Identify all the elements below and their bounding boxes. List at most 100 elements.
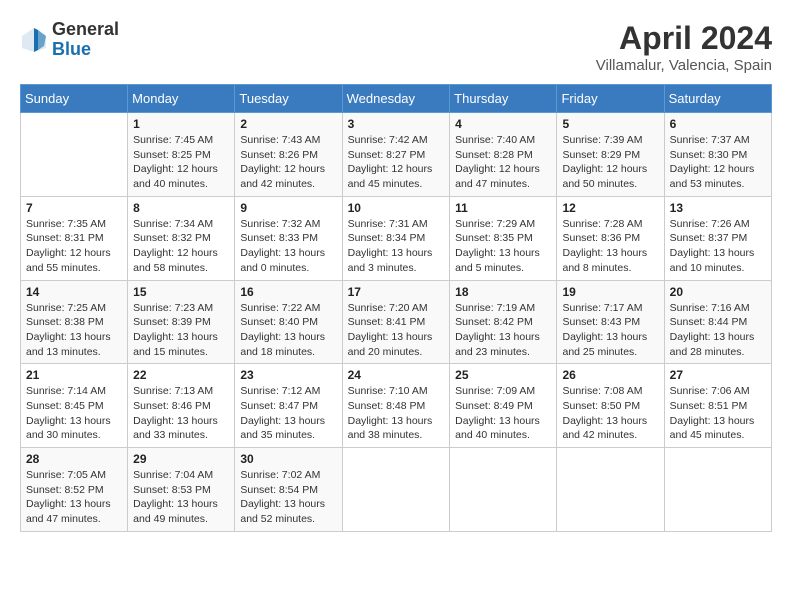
- day-number: 1: [133, 117, 229, 131]
- calendar-body: 1Sunrise: 7:45 AMSunset: 8:25 PMDaylight…: [21, 113, 772, 532]
- day-of-week-header: Monday: [128, 85, 235, 113]
- page-header: General Blue April 2024 Villamalur, Vale…: [20, 20, 772, 74]
- day-number: 9: [240, 201, 336, 215]
- calendar-cell: 17 Sunrise: 7:20 AMSunset: 8:41 PMDayligh…: [342, 280, 450, 364]
- calendar-cell: [450, 448, 557, 532]
- calendar-cell: 30 Sunrise: 7:02 AMSunset: 8:54 PMDayligh…: [235, 448, 342, 532]
- day-info: Sunrise: 7:13 AMSunset: 8:46 PMDaylight:…: [133, 384, 229, 443]
- day-number: 8: [133, 201, 229, 215]
- day-info: Sunrise: 7:35 AMSunset: 8:31 PMDaylight:…: [26, 217, 122, 276]
- day-number: 18: [455, 285, 551, 299]
- calendar-cell: 14 Sunrise: 7:25 AMSunset: 8:38 PMDayligh…: [21, 280, 128, 364]
- location: Villamalur, Valencia, Spain: [596, 57, 772, 74]
- day-of-week-header: Wednesday: [342, 85, 450, 113]
- day-number: 12: [562, 201, 658, 215]
- day-number: 20: [670, 285, 766, 299]
- day-number: 24: [348, 368, 445, 382]
- day-number: 13: [670, 201, 766, 215]
- calendar-week-row: 21Sunrise: 7:14 AMSunset: 8:45 PMDayligh…: [21, 364, 772, 448]
- calendar-cell: 25Sunrise: 7:09 AMSunset: 8:49 PMDayligh…: [450, 364, 557, 448]
- logo-text: General Blue: [52, 20, 119, 60]
- logo: General Blue: [20, 20, 119, 60]
- day-number: 6: [670, 117, 766, 131]
- day-number: 26: [562, 368, 658, 382]
- day-info: Sunrise: 7:10 AMSunset: 8:48 PMDaylight:…: [348, 384, 445, 443]
- calendar-cell: 23 Sunrise: 7:12 AMSunset: 8:47 PMDayligh…: [235, 364, 342, 448]
- calendar-cell: [557, 448, 664, 532]
- day-number: 23: [240, 368, 336, 382]
- day-info: Sunrise: 7:22 AMSunset: 8:40 PMDaylight:…: [240, 301, 336, 360]
- day-info: Sunrise: 7:02 AMSunset: 8:54 PMDaylight:…: [240, 468, 336, 527]
- day-of-week-header: Friday: [557, 85, 664, 113]
- day-number: 16: [240, 285, 336, 299]
- day-info: Sunrise: 7:17 AMSunset: 8:43 PMDaylight:…: [562, 301, 658, 360]
- calendar-cell: 15Sunrise: 7:23 AMSunset: 8:39 PMDayligh…: [128, 280, 235, 364]
- day-number: 30: [240, 452, 336, 466]
- day-info: Sunrise: 7:05 AMSunset: 8:52 PMDaylight:…: [26, 468, 122, 527]
- month-title: April 2024: [596, 20, 772, 57]
- day-number: 28: [26, 452, 122, 466]
- logo-icon: [20, 26, 48, 54]
- calendar-cell: [664, 448, 771, 532]
- calendar-cell: 13 Sunrise: 7:26 AMSunset: 8:37 PMDayligh…: [664, 196, 771, 280]
- day-info: Sunrise: 7:14 AMSunset: 8:45 PMDaylight:…: [26, 384, 122, 443]
- day-info: Sunrise: 7:12 AMSunset: 8:47 PMDaylight:…: [240, 384, 336, 443]
- calendar-cell: 4Sunrise: 7:40 AMSunset: 8:28 PMDaylight…: [450, 113, 557, 197]
- day-info: Sunrise: 7:26 AMSunset: 8:37 PMDaylight:…: [670, 217, 766, 276]
- title-block: April 2024 Villamalur, Valencia, Spain: [596, 20, 772, 74]
- day-number: 7: [26, 201, 122, 215]
- calendar-cell: 11 Sunrise: 7:29 AMSunset: 8:35 PMDayligh…: [450, 196, 557, 280]
- calendar-cell: 28 Sunrise: 7:05 AMSunset: 8:52 PMDayligh…: [21, 448, 128, 532]
- calendar-cell: 10 Sunrise: 7:31 AMSunset: 8:34 PMDayligh…: [342, 196, 450, 280]
- calendar-cell: 6 Sunrise: 7:37 AMSunset: 8:30 PMDaylight…: [664, 113, 771, 197]
- day-number: 17: [348, 285, 445, 299]
- day-info: Sunrise: 7:25 AMSunset: 8:38 PMDaylight:…: [26, 301, 122, 360]
- calendar-week-row: 14 Sunrise: 7:25 AMSunset: 8:38 PMDayligh…: [21, 280, 772, 364]
- day-info: Sunrise: 7:37 AMSunset: 8:30 PMDaylight:…: [670, 133, 766, 192]
- calendar-week-row: 7 Sunrise: 7:35 AMSunset: 8:31 PMDaylight…: [21, 196, 772, 280]
- day-number: 11: [455, 201, 551, 215]
- day-number: 29: [133, 452, 229, 466]
- day-number: 14: [26, 285, 122, 299]
- day-info: Sunrise: 7:32 AMSunset: 8:33 PMDaylight:…: [240, 217, 336, 276]
- calendar-cell: 9 Sunrise: 7:32 AMSunset: 8:33 PMDaylight…: [235, 196, 342, 280]
- calendar-cell: 29Sunrise: 7:04 AMSunset: 8:53 PMDayligh…: [128, 448, 235, 532]
- calendar-cell: 1Sunrise: 7:45 AMSunset: 8:25 PMDaylight…: [128, 113, 235, 197]
- day-info: Sunrise: 7:23 AMSunset: 8:39 PMDaylight:…: [133, 301, 229, 360]
- day-info: Sunrise: 7:16 AMSunset: 8:44 PMDaylight:…: [670, 301, 766, 360]
- day-of-week-header: Saturday: [664, 85, 771, 113]
- calendar-cell: 24 Sunrise: 7:10 AMSunset: 8:48 PMDayligh…: [342, 364, 450, 448]
- calendar-cell: 5Sunrise: 7:39 AMSunset: 8:29 PMDaylight…: [557, 113, 664, 197]
- day-of-week-header: Sunday: [21, 85, 128, 113]
- day-info: Sunrise: 7:39 AMSunset: 8:29 PMDaylight:…: [562, 133, 658, 192]
- calendar-week-row: 28 Sunrise: 7:05 AMSunset: 8:52 PMDayligh…: [21, 448, 772, 532]
- day-number: 25: [455, 368, 551, 382]
- day-info: Sunrise: 7:43 AMSunset: 8:26 PMDaylight:…: [240, 133, 336, 192]
- day-info: Sunrise: 7:28 AMSunset: 8:36 PMDaylight:…: [562, 217, 658, 276]
- calendar-header-row: SundayMondayTuesdayWednesdayThursdayFrid…: [21, 85, 772, 113]
- calendar-cell: 2 Sunrise: 7:43 AMSunset: 8:26 PMDaylight…: [235, 113, 342, 197]
- calendar-cell: 18Sunrise: 7:19 AMSunset: 8:42 PMDayligh…: [450, 280, 557, 364]
- day-number: 27: [670, 368, 766, 382]
- calendar-cell: 7 Sunrise: 7:35 AMSunset: 8:31 PMDaylight…: [21, 196, 128, 280]
- day-info: Sunrise: 7:06 AMSunset: 8:51 PMDaylight:…: [670, 384, 766, 443]
- calendar-table: SundayMondayTuesdayWednesdayThursdayFrid…: [20, 84, 772, 532]
- calendar-cell: 22 Sunrise: 7:13 AMSunset: 8:46 PMDayligh…: [128, 364, 235, 448]
- day-info: Sunrise: 7:42 AMSunset: 8:27 PMDaylight:…: [348, 133, 445, 192]
- day-number: 22: [133, 368, 229, 382]
- calendar-cell: 8 Sunrise: 7:34 AMSunset: 8:32 PMDaylight…: [128, 196, 235, 280]
- day-number: 2: [240, 117, 336, 131]
- calendar-week-row: 1Sunrise: 7:45 AMSunset: 8:25 PMDaylight…: [21, 113, 772, 197]
- day-info: Sunrise: 7:20 AMSunset: 8:41 PMDaylight:…: [348, 301, 445, 360]
- day-info: Sunrise: 7:08 AMSunset: 8:50 PMDaylight:…: [562, 384, 658, 443]
- day-info: Sunrise: 7:29 AMSunset: 8:35 PMDaylight:…: [455, 217, 551, 276]
- calendar-cell: [21, 113, 128, 197]
- calendar-cell: 16 Sunrise: 7:22 AMSunset: 8:40 PMDayligh…: [235, 280, 342, 364]
- day-info: Sunrise: 7:31 AMSunset: 8:34 PMDaylight:…: [348, 217, 445, 276]
- day-number: 10: [348, 201, 445, 215]
- calendar-cell: 26 Sunrise: 7:08 AMSunset: 8:50 PMDayligh…: [557, 364, 664, 448]
- day-number: 19: [562, 285, 658, 299]
- day-info: Sunrise: 7:34 AMSunset: 8:32 PMDaylight:…: [133, 217, 229, 276]
- calendar-cell: 21Sunrise: 7:14 AMSunset: 8:45 PMDayligh…: [21, 364, 128, 448]
- calendar-cell: [342, 448, 450, 532]
